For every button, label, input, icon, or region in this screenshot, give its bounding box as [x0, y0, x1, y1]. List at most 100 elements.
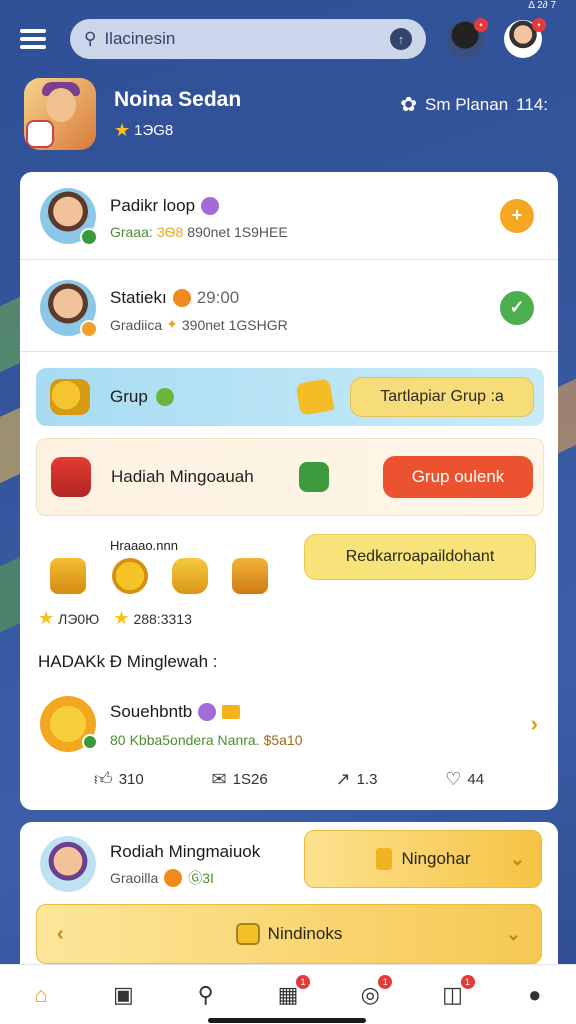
comment-button[interactable]: ✉ 1S26: [212, 768, 268, 790]
notification-badge: 1: [378, 974, 393, 989]
bottom-card-button[interactable]: Ningohar ⌄: [304, 830, 542, 888]
notification-dot: •: [532, 18, 546, 32]
bottom-card-avatar: [40, 836, 96, 892]
reward-stack-icon[interactable]: [172, 558, 208, 594]
featured-row[interactable]: Souehbntb 80 Kbba5ondera Nanra. $5a10 ›: [20, 680, 558, 768]
chevron-right-icon[interactable]: ›: [531, 711, 538, 737]
calendar-icon[interactable]: ▦ 1: [272, 974, 310, 1011]
chevron-down-icon: ⌄: [509, 848, 525, 869]
friend-detail-label: Gradiica: [110, 316, 163, 333]
wallet-icon[interactable]: ▣: [107, 979, 139, 1011]
profile-avatar[interactable]: [24, 78, 96, 150]
friend-detail-tail: 390net 1GSHGR: [181, 316, 288, 333]
friend-avatar: [40, 279, 98, 338]
bottom-card-detail: Graoilla: [110, 870, 159, 886]
upload-icon[interactable]: ↑: [390, 28, 412, 50]
gold-bar-icon: [375, 848, 392, 870]
chevron-down-icon[interactable]: ⌄: [506, 924, 521, 945]
reward-coin-icon[interactable]: [112, 558, 148, 594]
star-icon: ★: [113, 608, 130, 628]
featured-name: Souehbntb: [110, 702, 193, 721]
search-input[interactable]: [104, 29, 390, 49]
home-icon[interactable]: ⌂: [25, 979, 57, 1011]
menu-button[interactable]: [20, 23, 52, 55]
avatar[interactable]: •: [446, 18, 488, 58]
tag-icon: [222, 705, 241, 719]
share-button[interactable]: ↗ 1.3: [335, 768, 377, 790]
friend-badge-value: 29:00: [196, 288, 240, 307]
target-icon[interactable]: ◎ 1: [354, 974, 393, 1011]
rewards-title: Hraaao.nnn: [110, 538, 178, 553]
profile-name: Noina Sedan: [114, 88, 242, 111]
bottom-nav: ⌂ ▣ ⚲ ▦ 1 ◎ 1 ◫ 1 ●: [0, 964, 576, 1024]
friend-row[interactable]: Padikr loop Graaa: 3Ѳ8 890net 1S9HEE +: [20, 172, 558, 260]
confirm-button[interactable]: ✓: [500, 290, 534, 325]
profile-header: Noina Sedan ★ 1ЭG8 ✿ Sm Planan 114:: [24, 78, 556, 152]
friend-name: Padikr loop: [110, 196, 196, 215]
coin-icon: [172, 289, 191, 307]
friend-avatar: [40, 187, 98, 246]
profile-stat[interactable]: ✿ Sm Planan 114:: [400, 92, 548, 117]
share-icon: ↗: [335, 768, 351, 789]
join-group-button[interactable]: Tartlapiar Grup :a: [350, 377, 534, 417]
home-indicator: [208, 1018, 366, 1023]
thumbs-up-icon: 👍︎: [93, 769, 113, 789]
friend-name: Statiekı: [110, 288, 167, 307]
coin-stack-icon: [50, 379, 90, 415]
search-bar[interactable]: ⚲ ↑: [70, 19, 426, 59]
weekly-banner-label: Hadiah Mingoauah: [111, 467, 254, 486]
treasure-chest-icon: [51, 457, 91, 497]
redeem-button[interactable]: Redkarroapaildohant: [304, 534, 536, 580]
notification-dot: •: [474, 18, 488, 32]
bottom-card-name: Rodiah Mingmaiuok: [110, 842, 261, 861]
friend-row[interactable]: Statiekı 29:00 Gradiica ✦ 390net 1GSHGR ✓: [20, 264, 558, 352]
coin-icon: [164, 869, 183, 887]
bottom-action-bar[interactable]: ‹ Nindinoks ⌄: [36, 904, 542, 964]
profile-level-value: 1ЭG8: [134, 122, 174, 139]
notification-badge: 1: [460, 974, 475, 989]
like-button[interactable]: 👍︎ 310: [94, 768, 144, 790]
star-icon: ★: [38, 608, 55, 628]
avatar[interactable]: •: [504, 18, 546, 58]
gift-nav-icon[interactable]: ◫ 1: [437, 974, 475, 1011]
notification-badge: 1: [295, 974, 310, 989]
add-friend-button[interactable]: +: [500, 198, 534, 233]
search-nav-icon[interactable]: ⚲: [190, 979, 222, 1011]
friend-detail-label: Graaa:: [110, 224, 153, 240]
main-card: Padikr loop Graaa: 3Ѳ8 890net 1S9HEE + Sta…: [20, 172, 558, 810]
reward-box-icon[interactable]: [232, 558, 268, 594]
star-icon: ★: [114, 120, 131, 140]
chevron-left-icon[interactable]: ‹: [57, 923, 64, 946]
featured-detail: Kbba5ondera Nanra.: [129, 732, 260, 748]
paw-icon: ✿: [400, 94, 417, 116]
profile-icon[interactable]: ●: [519, 979, 551, 1011]
profile-stat-label: Sm Planan: [425, 94, 509, 114]
gift-icon: [295, 378, 335, 416]
add-icon: [155, 388, 174, 406]
profile-stat-value: 114:: [516, 94, 548, 114]
weekly-reward-banner[interactable]: Hadiah Mingoauah Grup oulenk: [36, 438, 544, 516]
bottom-card: Rodiah Mingmaiuok Graoilla Ⓖ3Ι Ningohar ⌄…: [20, 822, 558, 972]
comment-icon: ✉: [211, 768, 227, 789]
info-icon: [198, 703, 217, 721]
group-banner[interactable]: Grup Tartlapiar Grup :a: [36, 368, 544, 426]
bottom-card-button-label: Ningohar: [401, 849, 471, 868]
bottom-bar-label: Nindinoks: [267, 924, 343, 943]
reward-stats: ★ ЛЭ0Ю ★ 288:3313: [38, 608, 192, 629]
top-bar: ⚲ ↑ • •: [20, 18, 560, 60]
search-icon: ⚲: [84, 29, 97, 48]
reward-bag-icon[interactable]: [50, 558, 86, 594]
reward-stat-2: 288:3313: [133, 610, 192, 627]
friend-detail-value: 3Ѳ8: [156, 224, 184, 240]
box-icon: [235, 923, 260, 945]
social-bar: 👍︎ 310 ✉ 1S26 ↗ 1.3 ♡ 44: [20, 768, 558, 790]
group-banner-label: Grup: [110, 387, 148, 406]
reaction-button[interactable]: ♡ 44: [445, 768, 484, 790]
featured-detail-tail: $5a10: [263, 732, 303, 748]
status-icon: [82, 734, 98, 750]
reward-stat-1: ЛЭ0Ю: [58, 610, 100, 627]
online-status-icon: [80, 227, 98, 246]
profile-badge-icon: [26, 120, 54, 148]
coin-icon: ✦: [166, 316, 178, 332]
group-action-button[interactable]: Grup oulenk: [383, 456, 533, 498]
